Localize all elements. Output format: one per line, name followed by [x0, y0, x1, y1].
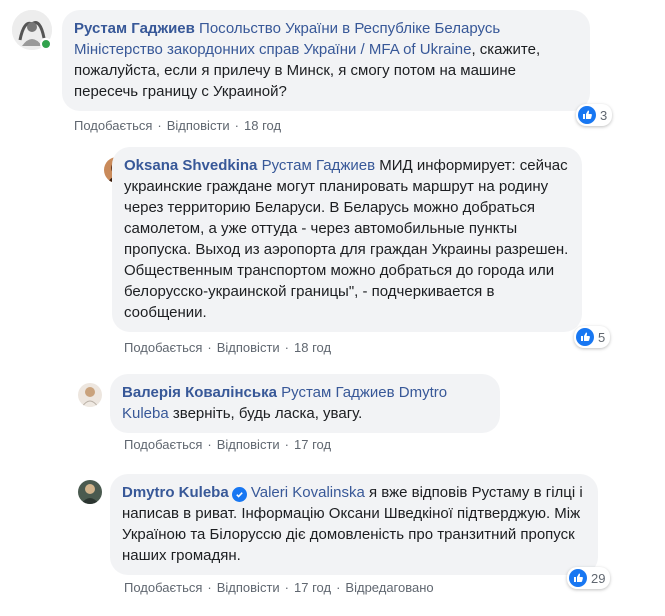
like-button[interactable]: Подобається	[74, 118, 152, 133]
reaction-number: 3	[600, 107, 608, 123]
comment-author[interactable]: Рустам Гаджиев	[74, 20, 195, 37]
avatar[interactable]	[78, 383, 102, 407]
comment-actions: Подобається · Відповісти · 18 год	[124, 340, 332, 355]
comment-timestamp[interactable]: 17 год	[294, 437, 331, 452]
edited-label[interactable]: Відредаговано	[345, 580, 433, 595]
like-button[interactable]: Подобається	[124, 580, 202, 595]
comment-text: зверніть, будь ласка, увагу.	[172, 405, 363, 422]
comment-bubble: Валерія Ковалінська Рустам Гаджиев Dmytr…	[110, 374, 500, 433]
like-button[interactable]: Подобається	[124, 437, 202, 452]
comment-actions: Подобається · Відповісти · 18 год	[74, 118, 282, 133]
reply-button[interactable]: Відповісти	[217, 340, 280, 355]
like-button[interactable]: Подобається	[124, 340, 202, 355]
comment-author[interactable]: Dmytro Kuleba	[122, 484, 229, 501]
comment-timestamp[interactable]: 18 год	[244, 118, 281, 133]
comment-author[interactable]: Валерія Ковалінська	[122, 384, 277, 401]
comment-text: МИД информирует: сейчас украинские гражд…	[124, 157, 569, 321]
like-icon	[578, 106, 596, 124]
online-status-icon	[40, 38, 52, 50]
mention-link[interactable]: Міністерство закордонних справ України /…	[74, 41, 471, 58]
reply-button[interactable]: Відповісти	[217, 437, 280, 452]
comment-timestamp[interactable]: 17 год	[294, 580, 331, 595]
reaction-count[interactable]: 5	[574, 326, 611, 348]
mention-link[interactable]: Рустам Гаджиев	[281, 384, 394, 401]
reaction-number: 29	[591, 570, 606, 586]
comment-actions: Подобається · Відповісти · 17 год	[124, 437, 332, 452]
mention-link[interactable]: Valeri Kovalinska	[251, 484, 365, 501]
reply-button[interactable]: Відповісти	[167, 118, 230, 133]
reaction-count[interactable]: 29	[567, 567, 611, 589]
reaction-number: 5	[598, 329, 606, 345]
mention-link[interactable]: Посольство України в Республіке Беларусь	[199, 20, 500, 37]
verified-badge-icon	[231, 487, 247, 502]
comment-bubble: Dmytro Kuleba Valeri Kovalinska я вже ві…	[110, 474, 598, 575]
avatar[interactable]	[78, 480, 102, 504]
comment-actions: Подобається · Відповісти · 17 год · Відредагов…	[124, 580, 434, 595]
like-icon	[569, 569, 587, 587]
like-icon	[576, 328, 594, 346]
reaction-count[interactable]: 3	[576, 104, 613, 126]
reply-button[interactable]: Відповісти	[217, 580, 280, 595]
comment-timestamp[interactable]: 18 год	[294, 340, 331, 355]
comment-bubble: Рустам Гаджиев Посольство України в Респ…	[62, 10, 590, 111]
comment-bubble: Oksana Shvedkina Рустам Гаджиев МИД инфо…	[112, 147, 582, 332]
comment-author[interactable]: Oksana Shvedkina	[124, 157, 257, 174]
mention-link[interactable]: Рустам Гаджиев	[262, 157, 375, 174]
